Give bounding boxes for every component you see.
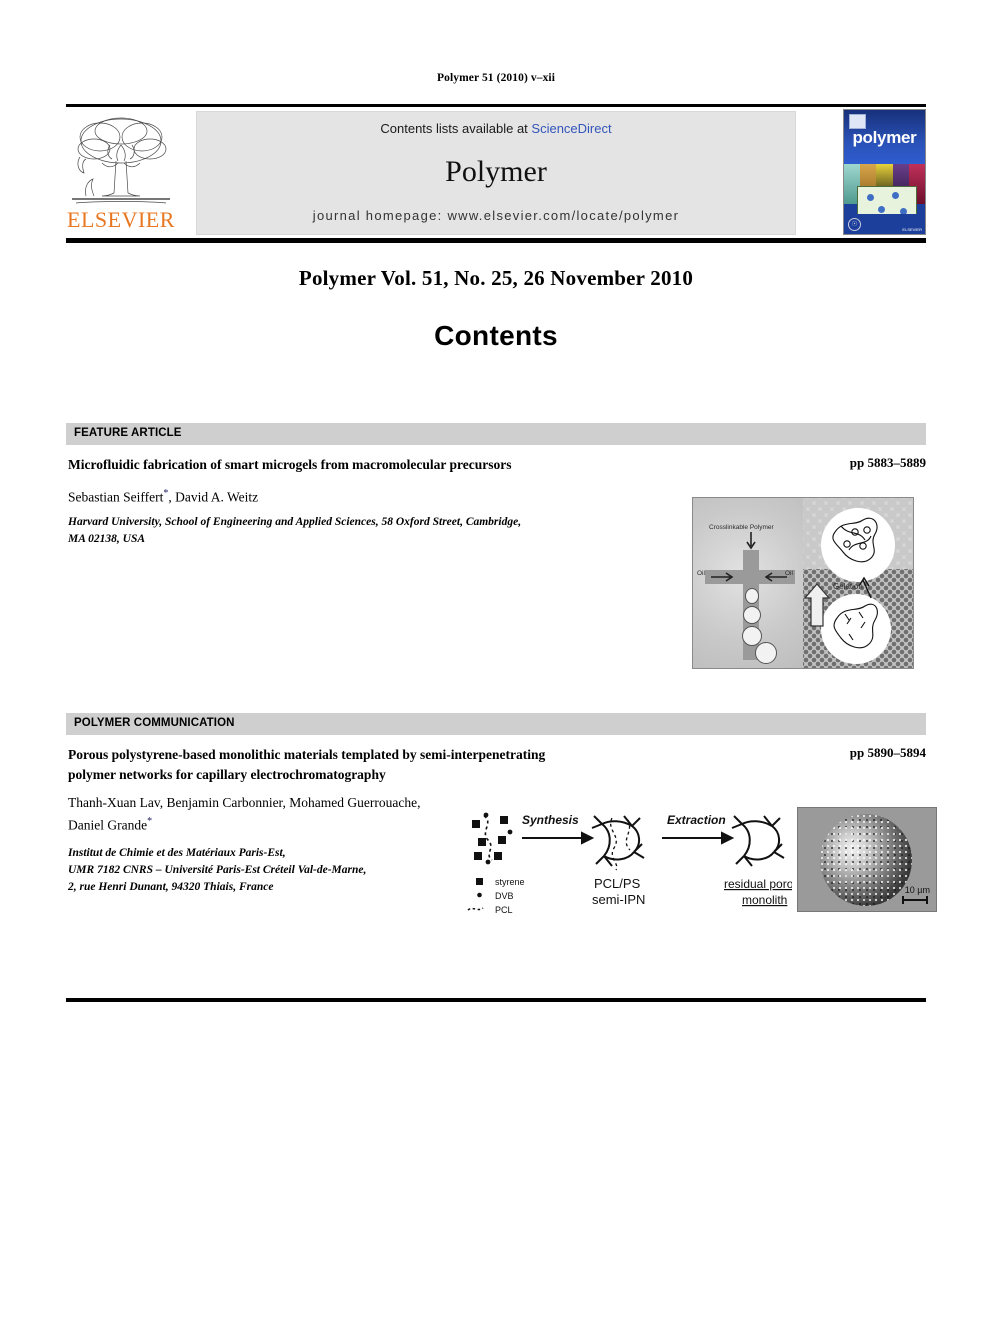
ga1-droplet <box>745 588 759 604</box>
author-name-last: Daniel Grande <box>68 817 148 833</box>
cover-journal-name: polymer <box>852 128 917 147</box>
author-names-rest: , David A. Weitz <box>168 489 259 505</box>
ga2-label-semi-ipn: semi-IPN <box>592 892 645 907</box>
elsevier-logo[interactable]: ELSEVIER <box>66 111 176 235</box>
ga1-label-oil-left: Oil <box>697 570 705 577</box>
section-label: POLYMER COMMUNICATION <box>74 717 235 729</box>
article-pages-1: pp 5883–5889 <box>849 455 926 470</box>
affiliation-line: Harvard University, School of Engineerin… <box>68 516 522 528</box>
article-title-line: polymer networks for capillary electroch… <box>68 767 386 782</box>
ga1-arrow-down-icon <box>746 532 756 550</box>
contents-lists-text: Contents lists available at <box>380 121 532 136</box>
ga2-label-synthesis: Synthesis <box>522 813 579 827</box>
graphical-abstract-2[interactable]: styrene DVB PCL Synthesis PCL/PS semi-IP… <box>462 802 792 914</box>
masthead-bottom-rule <box>66 238 926 243</box>
sciencedirect-band: Contents lists available at ScienceDirec… <box>196 111 796 235</box>
ga1-arrow-left-icon <box>764 572 787 582</box>
ga2-label-monolith: monolith <box>742 893 787 907</box>
author-names-line: Thanh-Xuan Lav, Benjamin Carbonnier, Moh… <box>68 795 421 810</box>
section-header-polymer-communication: POLYMER COMMUNICATION <box>66 713 926 735</box>
affiliation-line: UMR 7182 CNRS – Université Paris-Est Cré… <box>68 864 367 876</box>
sem-micrograph[interactable]: 10 µm <box>797 807 937 912</box>
author-name-first: Sebastian Seiffert <box>68 489 164 505</box>
ga2-legend-pcl: PCL <box>495 905 513 914</box>
ga2-legend-styrene: styrene <box>495 877 525 887</box>
elsevier-wordmark: ELSEVIER <box>67 207 175 232</box>
cover-imprint: ELSEVIER <box>902 227 922 232</box>
micrograph-scale-bar <box>902 896 928 904</box>
sciencedirect-link[interactable]: ScienceDirect <box>531 121 611 136</box>
ga2-label-residual-porous: residual porous <box>724 877 792 891</box>
running-head: Polymer 51 (2010) v–xii <box>436 72 556 84</box>
affiliation-line: MA 02138, USA <box>68 533 146 545</box>
volume-line: Polymer Vol. 51, No. 25, 26 November 201… <box>298 266 694 290</box>
ga2-legend-dvb: DVB <box>495 891 514 901</box>
corresponding-author-marker: * <box>147 816 153 827</box>
contents-heading: Contents <box>434 320 558 351</box>
section-label: FEATURE ARTICLE <box>74 427 182 439</box>
ga1-label-gelation: Gelation <box>833 582 863 591</box>
article-title-line: Porous polystyrene-based monolithic mate… <box>68 747 546 762</box>
article-authors-1: Sebastian Seiffert*, David A. Weitz <box>68 484 688 507</box>
ga2-label-pcl-ps: PCL/PS <box>594 876 641 891</box>
graphical-abstract-1[interactable]: Crosslinkable Polymer Oil Oil Gelation <box>692 497 914 669</box>
micrograph-scale-label: 10 µm <box>904 885 930 895</box>
journal-homepage-line[interactable]: journal homepage: www.elsevier.com/locat… <box>197 208 795 223</box>
article-affiliation-1: Harvard University, School of Engineerin… <box>68 514 668 548</box>
journal-cover-thumbnail[interactable]: polymer ☉ ELSEVIER <box>843 109 926 235</box>
article-pages-2: pp 5890–5894 <box>849 745 926 760</box>
elsevier-tree-icon <box>72 117 170 204</box>
article-title-2[interactable]: Porous polystyrene-based monolithic mate… <box>68 745 758 785</box>
cover-seal-icon: ☉ <box>848 218 861 231</box>
journal-title: Polymer <box>445 155 547 188</box>
ga1-droplet <box>743 606 761 624</box>
page-bottom-rule <box>66 998 926 1002</box>
author-names-line: Daniel Grande* <box>68 812 468 835</box>
affiliation-line: 2, rue Henri Dunant, 94320 Thiais, Franc… <box>68 881 274 893</box>
article-title-1[interactable]: Microfluidic fabrication of smart microg… <box>68 455 768 475</box>
ga2-reaction-scheme-icon: styrene DVB PCL Synthesis PCL/PS semi-IP… <box>467 812 792 914</box>
masthead: ELSEVIER Contents lists available at Sci… <box>66 109 926 235</box>
cover-logo-box <box>849 114 866 129</box>
ga1-droplet <box>755 642 777 664</box>
article-authors-2: Thanh-Xuan Lav, Benjamin Carbonnier, Moh… <box>68 793 468 835</box>
ga1-label-crosslinkable-polymer: Crosslinkable Polymer <box>709 524 774 531</box>
affiliation-line: Institut de Chimie et des Matériaux Pari… <box>68 847 286 859</box>
ga1-arrow-right-icon <box>711 572 734 582</box>
section-header-feature-article: FEATURE ARTICLE <box>66 423 926 445</box>
ga2-label-extraction: Extraction <box>667 813 726 827</box>
journal-contents-page: Polymer 51 (2010) v–xii ELSEVIER Content… <box>0 0 992 1323</box>
masthead-top-rule <box>66 104 926 107</box>
micrograph-texture <box>820 814 912 906</box>
contents-lists-line: Contents lists available at ScienceDirec… <box>197 121 795 136</box>
article-affiliation-2: Institut de Chimie et des Matériaux Pari… <box>68 845 488 896</box>
